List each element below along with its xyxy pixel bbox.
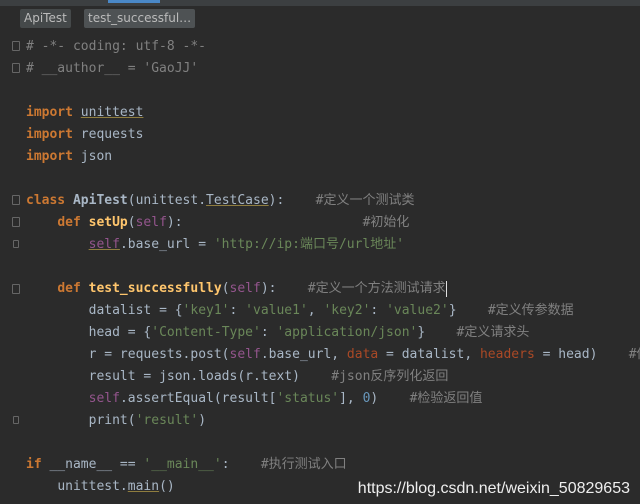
fold-icon[interactable] (12, 41, 20, 51)
comment: #执行测试入口 (260, 457, 347, 472)
fold-icon[interactable] (12, 195, 20, 205)
function-name: setUp (88, 215, 128, 230)
comment: #定义一个方法测试请求 (307, 281, 446, 296)
string-literal: 'status' (276, 391, 340, 406)
keyword-arg: headers (479, 347, 535, 362)
breadcrumb: ApiTest test_successful… (0, 6, 640, 30)
code-line-1: # -*- coding: utf-8 -*- (26, 36, 206, 58)
module-name: json (80, 149, 113, 164)
code-line-17: self.assertEqual(result['status'], 0) #检… (26, 388, 483, 410)
keyword: import (26, 149, 73, 164)
code-text: : (221, 457, 230, 472)
code-line-18: print('result') (26, 410, 206, 432)
string-literal: 'result' (135, 413, 199, 428)
code-line-4: import unittest (26, 102, 143, 124)
code-text: ): (166, 215, 183, 230)
code-text: datalist = { (88, 303, 183, 318)
string-literal: 'key1' (182, 303, 230, 318)
editor-gutter (0, 36, 22, 504)
code-line-21: unittest.main() (26, 476, 175, 498)
code-text: = datalist, (378, 347, 480, 362)
code-text: result = json.loads(r.text) (88, 369, 300, 384)
self-param: self (135, 215, 167, 230)
active-tab-indicator (108, 0, 160, 3)
base-class: TestCase (206, 193, 269, 208)
string-literal: 'Content-Type' (151, 325, 261, 340)
function-call: main (127, 479, 160, 494)
self-ref: self (88, 391, 120, 406)
code-text: (unittest. (127, 193, 207, 208)
code-line-5: import requests (26, 124, 143, 146)
code-text: ], (339, 391, 363, 406)
code-line-13: datalist = {'key1': 'value1', 'key2': 'v… (88, 303, 574, 318)
keyword: def (57, 215, 81, 230)
fold-icon[interactable] (12, 63, 20, 73)
comment: # __author__ = 'GaoJJ' (26, 61, 199, 76)
keyword: import (26, 105, 73, 120)
class-name: ApiTest (72, 193, 128, 208)
code-text: unittest. (57, 479, 128, 494)
self-ref: self (88, 237, 120, 252)
code-text: () (159, 479, 175, 494)
module-name: unittest (80, 105, 144, 120)
function-name: test_successfully (88, 281, 222, 296)
fold-icon[interactable] (13, 240, 19, 248)
code-line-12: def test_successfully(self): #定义一个方法测试请求 (57, 280, 447, 297)
code-text: .base_url = (119, 237, 214, 252)
comment: #定义请求头 (456, 325, 530, 340)
comment: #检验返回值 (409, 391, 483, 406)
code-text: ) (370, 391, 379, 406)
module-name: requests (80, 127, 144, 142)
code-text: } (448, 303, 457, 318)
comment: #定义传参数据 (487, 303, 574, 318)
code-text: .base_url, (260, 347, 347, 362)
fold-icon[interactable] (13, 416, 19, 424)
code-line-6: import json (26, 146, 112, 168)
dunder-name: __name__ (49, 457, 113, 472)
code-text: print( (88, 413, 136, 428)
code-line-8: class ApiTest(unittest.TestCase): #定义一个测… (26, 190, 414, 212)
watermark-url: https://blog.csdn.net/weixin_50829653 (357, 480, 630, 497)
comment: #传参 (628, 347, 640, 362)
code-line-16: result = json.loads(r.text) #json反序列化返回 (26, 366, 449, 388)
string-literal: 'http://ip:端口号/url地址' (213, 237, 405, 252)
comment: #json反序列化返回 (331, 369, 449, 384)
code-text: r = requests.post( (88, 347, 230, 362)
self-ref: self (229, 347, 261, 362)
code-line-15: r = requests.post(self.base_url, data = … (26, 344, 640, 366)
comment: #定义一个测试类 (315, 193, 415, 208)
keyword: def (57, 281, 81, 296)
self-param: self (229, 281, 261, 296)
code-text: .assertEqual(result[ (119, 391, 277, 406)
string-literal: '__main__' (143, 457, 222, 472)
code-line-14: head = {'Content-Type': 'application/jso… (88, 325, 530, 340)
comment: #初始化 (362, 215, 410, 230)
code-text: ) (198, 413, 207, 428)
keyword-arg: data (346, 347, 379, 362)
string-literal: 'value2' (386, 303, 449, 318)
keyword: class (26, 193, 66, 208)
breadcrumb-method[interactable]: test_successful… (84, 9, 196, 28)
keyword: if (26, 457, 42, 472)
string-literal: 'value1' (245, 303, 308, 318)
code-text: } (417, 325, 426, 340)
code-text: head = { (88, 325, 152, 340)
string-literal: 'application/json' (276, 325, 418, 340)
fold-icon[interactable] (12, 217, 20, 227)
code-line-10: self.base_url = 'http://ip:端口号/url地址' (26, 234, 404, 256)
breadcrumb-class[interactable]: ApiTest (20, 9, 71, 28)
fold-icon[interactable] (12, 284, 20, 294)
code-line-2: # __author__ = 'GaoJJ' (26, 58, 198, 80)
code-line-20: if __name__ == '__main__': #执行测试入口 (26, 454, 347, 476)
text-caret (445, 280, 447, 297)
keyword: import (26, 127, 73, 142)
code-text: = head) (534, 347, 598, 362)
code-editor[interactable]: # -*- coding: utf-8 -*- # __author__ = '… (0, 36, 640, 504)
string-literal: 'key2' (323, 303, 371, 318)
code-line-9: def setUp(self): #初始化 (57, 215, 410, 230)
comment: # -*- coding: utf-8 -*- (26, 39, 207, 54)
code-text: == (112, 457, 144, 472)
code-text: ): (268, 193, 285, 208)
